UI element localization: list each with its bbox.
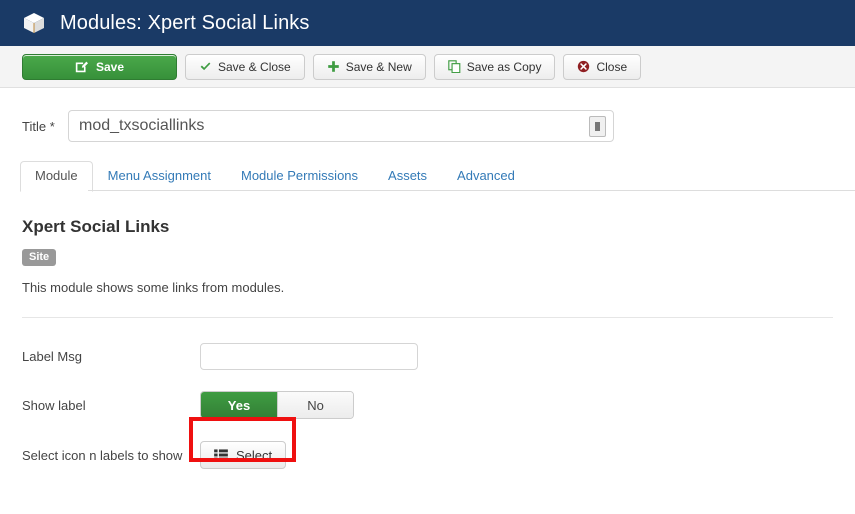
label-msg-label: Label Msg: [22, 349, 82, 364]
show-label-label: Show label: [22, 397, 86, 413]
save-button-label: Save: [95, 59, 125, 74]
status-badge: Site: [22, 249, 57, 266]
title-input[interactable]: [68, 110, 614, 142]
device-icon[interactable]: [589, 116, 606, 137]
select-icons-row: Select icon n labels to show Select: [22, 441, 855, 469]
save-and-new-label: Save & New: [345, 59, 412, 74]
module-panel: Xpert Social Links Site This module show…: [22, 217, 855, 295]
plus-icon: [327, 60, 340, 73]
save-as-copy-label: Save as Copy: [466, 59, 542, 74]
tab-advanced[interactable]: Advanced: [442, 161, 530, 192]
edit-square-icon: [75, 60, 88, 73]
page-title: Modules: Xpert Social Links: [60, 12, 310, 34]
module-heading: Xpert Social Links: [22, 217, 170, 236]
save-and-new-button[interactable]: Save & New: [312, 53, 426, 80]
tab-module[interactable]: Module: [20, 161, 93, 192]
label-msg-input[interactable]: [200, 343, 418, 370]
select-button-label: Select: [236, 447, 273, 463]
tab-module-permissions[interactable]: Module Permissions: [226, 161, 373, 192]
close-button[interactable]: Close: [563, 53, 642, 80]
toolbar: Save Save & Close Save & New Save as Cop…: [0, 46, 855, 88]
title-input-wrapper: [68, 110, 614, 142]
select-icons-label: Select icon n labels to show: [22, 447, 183, 463]
tab-bar: Module Menu Assignment Module Permission…: [20, 161, 855, 192]
label-msg-row: Label Msg: [22, 343, 855, 370]
save-and-close-button[interactable]: Save & Close: [185, 53, 305, 80]
select-button[interactable]: Select: [200, 441, 287, 469]
page-header: Modules: Xpert Social Links: [0, 0, 855, 46]
check-icon: [199, 60, 212, 73]
tab-bar-underline: [88, 190, 855, 191]
module-description: This module shows some links from module…: [22, 280, 285, 295]
tab-assets[interactable]: Assets: [373, 161, 442, 192]
cube-icon: [22, 11, 46, 35]
save-and-close-label: Save & Close: [218, 59, 291, 74]
title-field-row: Title *: [22, 110, 855, 142]
close-circle-icon: [577, 60, 590, 73]
tab-menu-assignment[interactable]: Menu Assignment: [93, 161, 226, 192]
show-label-yes-option[interactable]: Yes: [201, 392, 277, 418]
close-button-label: Close: [596, 59, 628, 74]
title-field-label: Title *: [22, 118, 55, 134]
section-divider: [22, 317, 833, 318]
save-button[interactable]: Save: [22, 53, 177, 80]
save-as-copy-button[interactable]: Save as Copy: [433, 53, 556, 80]
list-icon: [214, 449, 228, 461]
copy-icon: [447, 60, 461, 73]
show-label-no-option[interactable]: No: [277, 392, 353, 418]
show-label-row: Show label Yes No: [22, 391, 855, 419]
show-label-toggle[interactable]: Yes No: [200, 391, 354, 419]
